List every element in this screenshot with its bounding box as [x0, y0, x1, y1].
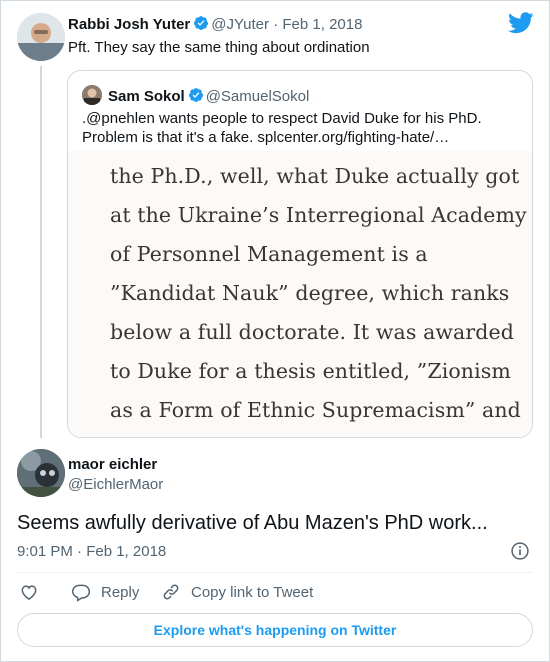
tweet-timestamp-link[interactable]: 9:01 PM · Feb 1, 2018	[17, 543, 166, 560]
display-name[interactable]: maor eichler	[68, 456, 157, 473]
thread-connector-line	[40, 66, 42, 438]
separator-dot: ·	[273, 16, 279, 33]
copy-link-button[interactable]: Copy link to Tweet	[161, 582, 313, 602]
explore-twitter-button[interactable]: Explore what's happening on Twitter	[17, 613, 533, 647]
display-name[interactable]: Rabbi Josh Yuter	[68, 16, 190, 33]
heart-icon	[21, 585, 37, 600]
avatar[interactable]	[17, 13, 65, 61]
image-text-line: ”Kandidat Nauk” degree, which ranks	[110, 281, 510, 305]
tweet-actions: Reply Copy link to Tweet	[0, 582, 550, 604]
image-text-line: below a full doctorate. It was awarded	[110, 320, 514, 344]
twitter-bird-icon[interactable]	[508, 12, 534, 34]
like-button[interactable]	[19, 582, 49, 602]
parent-tweet-text: Pft. They say the same thing about ordin…	[68, 39, 370, 56]
handle[interactable]: @EichlerMaor	[68, 476, 163, 493]
divider	[17, 572, 533, 573]
quoted-tweet-card[interactable]: Sam Sokol @SamuelSokol .@pnehlen wants pe…	[67, 70, 533, 438]
verified-badge-icon	[188, 88, 203, 102]
reply-label: Reply	[101, 583, 140, 601]
quoted-tweet-header: Sam Sokol @SamuelSokol	[82, 85, 309, 105]
image-text-line: to Duke for a thesis entitled, ”Zionism	[110, 359, 511, 383]
avatar	[82, 85, 102, 105]
info-icon[interactable]	[510, 541, 530, 561]
copy-link-label: Copy link to Tweet	[191, 583, 314, 601]
reply-button[interactable]: Reply	[71, 582, 139, 602]
quoted-tweet-image[interactable]: the Ph.D., well, what Duke actually got …	[68, 151, 532, 437]
parent-tweet-header: Rabbi Josh Yuter @JYuter · Feb 1, 2018	[68, 15, 362, 33]
tweet-date-link[interactable]: Feb 1, 2018	[282, 16, 362, 33]
reply-icon	[71, 584, 91, 602]
image-text-line: of Personnel Management is a	[110, 242, 428, 266]
image-text-line: at the Ukraine’s Interregional Academy	[110, 203, 527, 227]
image-text-line: the Ph.D., well, what Duke actually got	[110, 164, 520, 188]
link-icon	[163, 584, 179, 600]
tweet-text: Seems awfully derivative of Abu Mazen's …	[17, 512, 488, 534]
quoted-tweet-text: .@pnehlen wants people to respect David …	[82, 110, 482, 146]
avatar[interactable]	[17, 449, 65, 497]
handle: @SamuelSokol	[205, 88, 310, 105]
image-text-line: as a Form of Ethnic Supremacism” and	[110, 398, 521, 422]
display-name: Sam Sokol	[108, 88, 185, 105]
handle[interactable]: @JYuter	[211, 16, 269, 33]
verified-badge-icon	[194, 16, 209, 30]
